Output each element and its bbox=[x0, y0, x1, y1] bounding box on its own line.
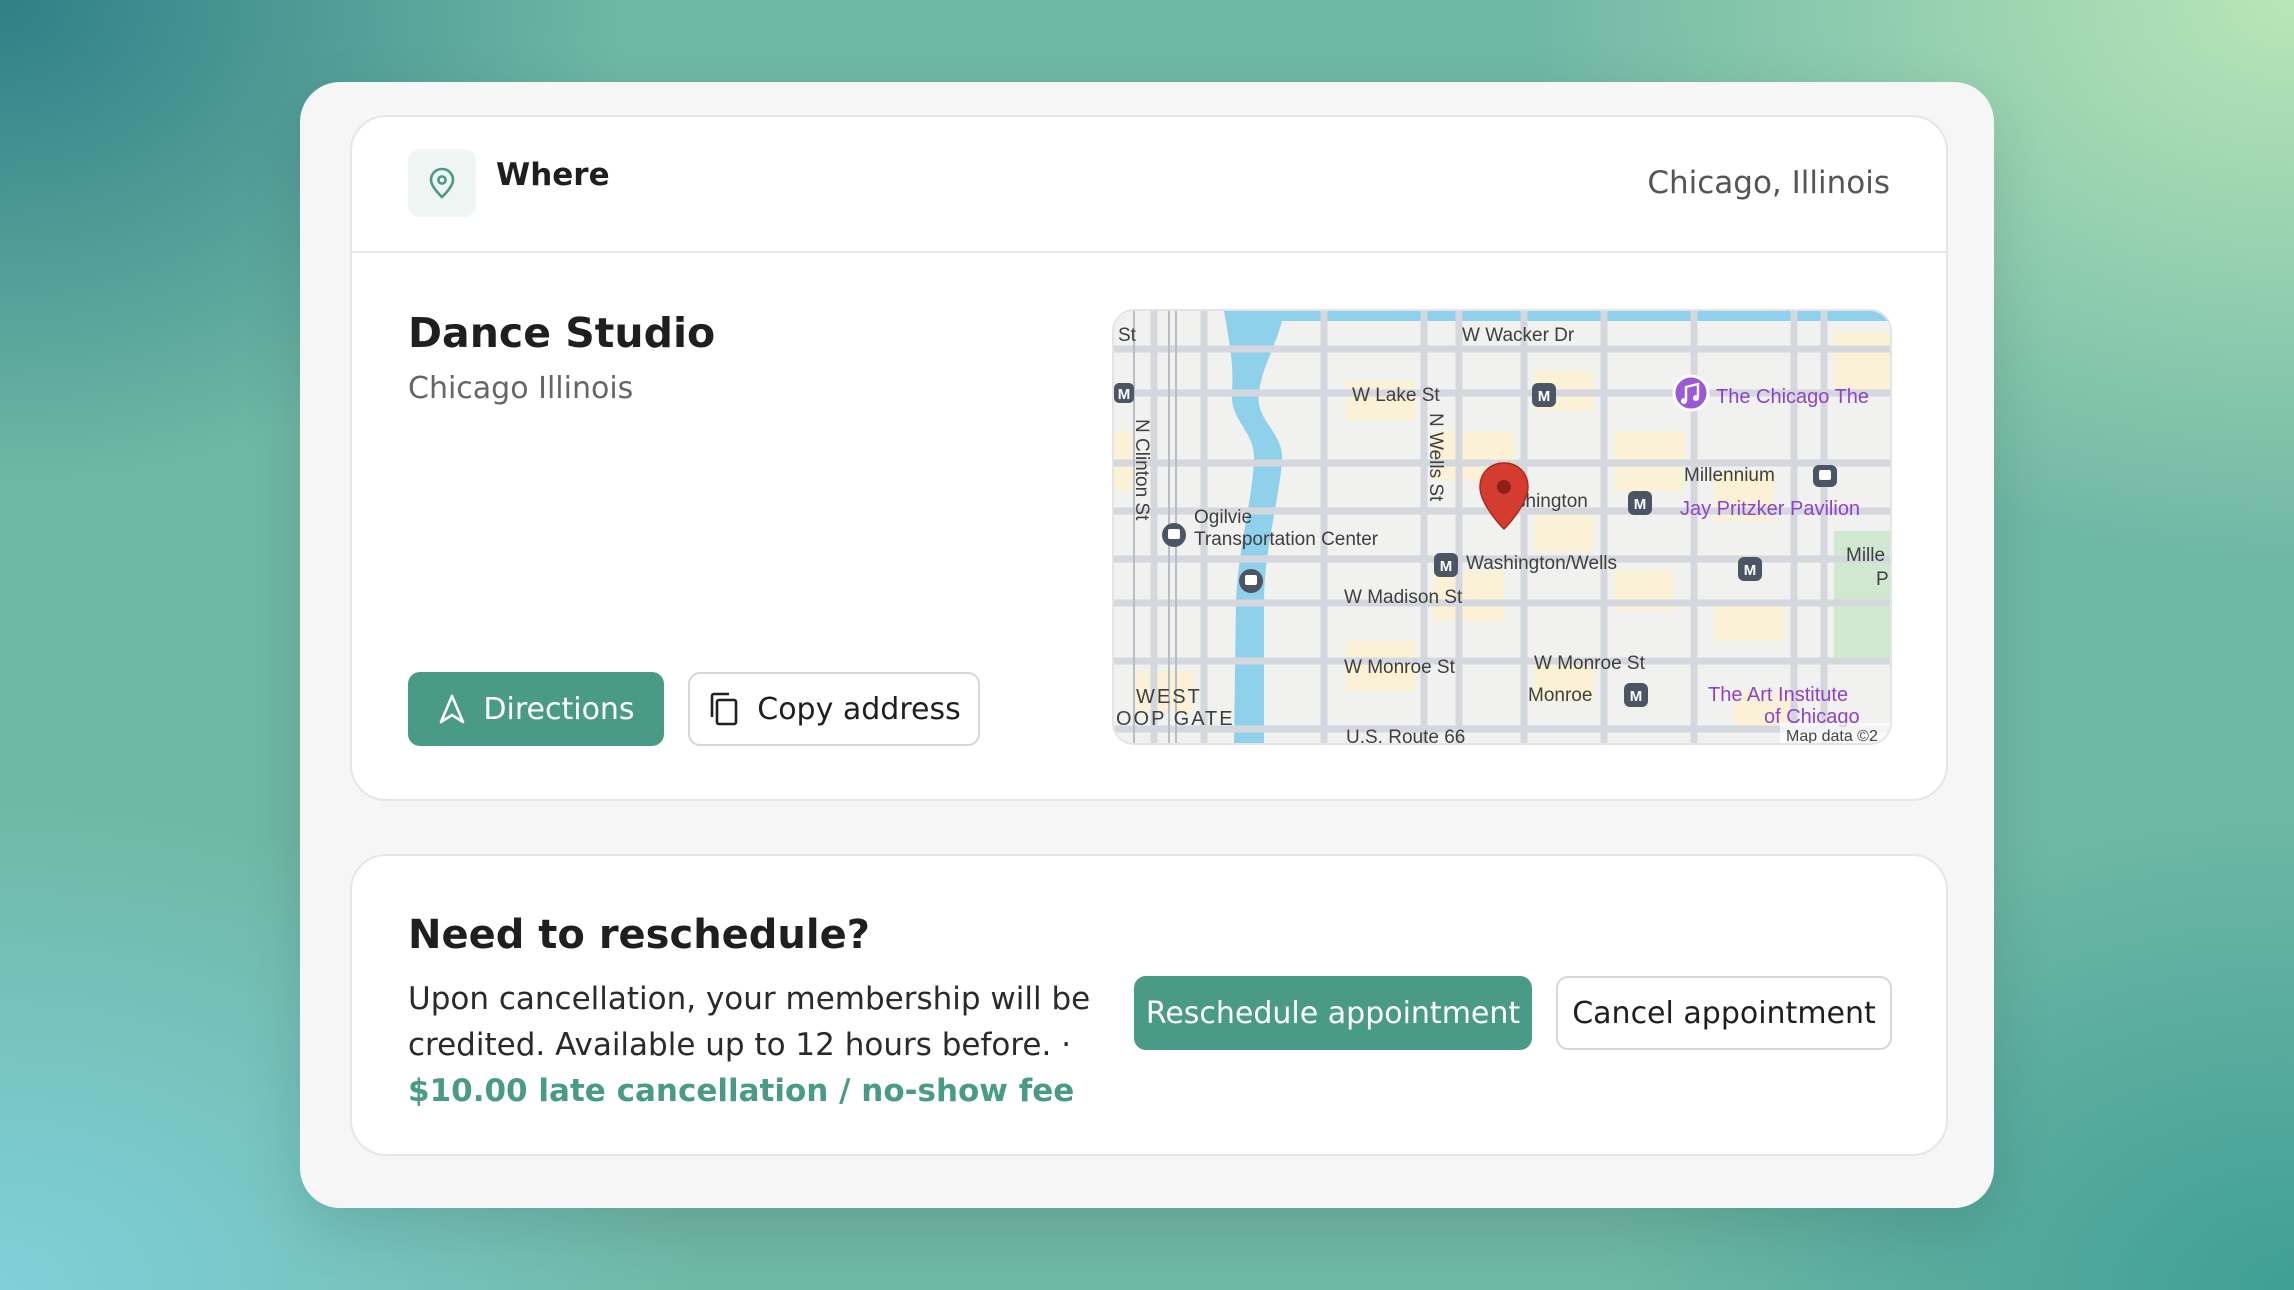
studio-name: Dance Studio bbox=[408, 309, 716, 357]
map-label-wacker: W Wacker Dr bbox=[1462, 325, 1575, 346]
map-label-chicago-theatre: The Chicago The bbox=[1716, 386, 1869, 408]
copy-address-label: Copy address bbox=[757, 691, 961, 727]
map-credit: Map data ©2 bbox=[1786, 728, 1878, 745]
map-label-p: P bbox=[1876, 569, 1889, 590]
directions-button[interactable]: Directions bbox=[408, 672, 664, 746]
map-label-west: WEST bbox=[1136, 686, 1202, 708]
train-station-icon bbox=[1162, 523, 1186, 547]
reschedule-button[interactable]: Reschedule appointment bbox=[1134, 976, 1532, 1050]
studio-city: Chicago Illinois bbox=[408, 371, 634, 406]
location-map[interactable]: St W Wacker Dr W Lake St Ogilvie Transpo… bbox=[1112, 309, 1892, 745]
map-label-monroe-2: W Monroe St bbox=[1534, 653, 1646, 674]
directions-label: Directions bbox=[483, 691, 635, 727]
late-fee-text: $10.00 late cancellation / no-show fee bbox=[408, 1073, 1075, 1109]
reschedule-title: Need to reschedule? bbox=[408, 912, 870, 958]
map-label-monroe: W Monroe St bbox=[1344, 657, 1456, 678]
where-card: Where Chicago, Illinois Dance Studio Chi… bbox=[350, 115, 1948, 801]
metro-icon: M bbox=[1114, 383, 1134, 403]
svg-text:M: M bbox=[1744, 562, 1757, 579]
map-label-art-institute: The Art Institute bbox=[1708, 684, 1848, 706]
metro-icon: M bbox=[1624, 683, 1648, 707]
cancel-appointment-button[interactable]: Cancel appointment bbox=[1556, 976, 1892, 1050]
map-pin-icon bbox=[408, 149, 476, 217]
map-label-ogilvie: Ogilvie bbox=[1194, 507, 1252, 528]
metro-icon: M bbox=[1434, 553, 1458, 577]
music-venue-icon bbox=[1672, 374, 1710, 412]
train-station-icon bbox=[1813, 465, 1837, 487]
map-label-madison: W Madison St bbox=[1344, 587, 1463, 608]
where-title: Where bbox=[496, 157, 610, 193]
reschedule-policy: Upon cancellation, your membership will … bbox=[408, 976, 1108, 1114]
map-label-clinton: N Clinton St bbox=[1131, 419, 1152, 521]
navigation-arrow-icon bbox=[440, 694, 465, 724]
metro-icon: M bbox=[1628, 491, 1652, 515]
copy-address-button[interactable]: Copy address bbox=[688, 672, 980, 746]
policy-text: Upon cancellation, your membership will … bbox=[408, 981, 1091, 1063]
reschedule-card: Need to reschedule? Upon cancellation, y… bbox=[350, 854, 1948, 1156]
map-label-mille: Mille bbox=[1846, 545, 1885, 566]
map-label-pritzker: Jay Pritzker Pavilion bbox=[1680, 498, 1860, 520]
svg-text:M: M bbox=[1440, 558, 1453, 575]
map-label-wells: N Wells St bbox=[1425, 413, 1446, 502]
map-label-lake: W Lake St bbox=[1352, 385, 1440, 406]
bus-icon bbox=[1239, 569, 1263, 593]
copy-icon bbox=[710, 692, 738, 726]
map-label-washington-wells: Washington/Wells bbox=[1466, 553, 1617, 574]
svg-text:M: M bbox=[1630, 688, 1643, 705]
svg-text:M: M bbox=[1118, 386, 1131, 403]
map-label-loop-gate: OOP GATE bbox=[1116, 708, 1235, 730]
metro-icon: M bbox=[1738, 557, 1762, 581]
appointment-panel: Where Chicago, Illinois Dance Studio Chi… bbox=[300, 82, 1994, 1208]
map-label-monroe-station: Monroe bbox=[1528, 685, 1592, 706]
svg-text:M: M bbox=[1634, 496, 1647, 513]
map-label-route-66: U.S. Route 66 bbox=[1346, 727, 1465, 745]
map-label-ogilvie-center: Transportation Center bbox=[1194, 529, 1379, 550]
svg-text:M: M bbox=[1538, 388, 1551, 405]
where-location: Chicago, Illinois bbox=[1647, 165, 1890, 201]
metro-icon: M bbox=[1532, 383, 1556, 407]
map-label-st: St bbox=[1118, 325, 1137, 346]
where-header: Where Chicago, Illinois bbox=[352, 117, 1946, 253]
map-label-millennium: Millennium bbox=[1684, 465, 1775, 486]
